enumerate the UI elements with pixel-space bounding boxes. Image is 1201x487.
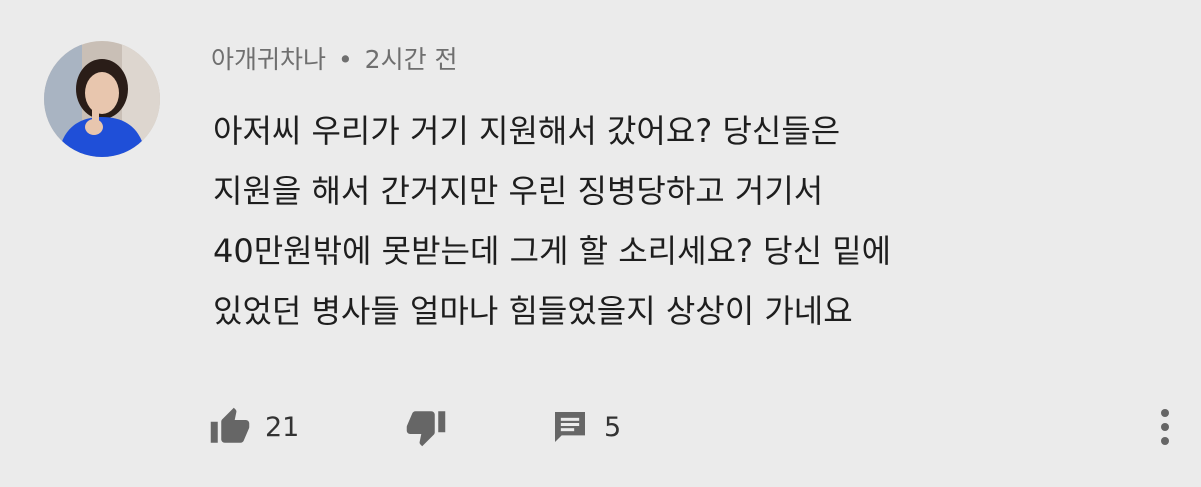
- comment-text-line: 지원을 해서 간거지만 우린 징병당하고 거기서: [213, 172, 824, 210]
- comment-text: 아저씨 우리가 거기 지원해서 갔어요? 당신들은 지원을 해서 간거지만 우린…: [213, 101, 1163, 341]
- comment-timestamp[interactable]: 2시간 전: [365, 45, 458, 74]
- comment-item: 아개귀차나 • 2시간 전 아저씨 우리가 거기 지원해서 갔어요? 당신들은 …: [0, 0, 1201, 487]
- thumbs-up-icon: [210, 407, 250, 443]
- dislike-button[interactable]: [405, 402, 447, 452]
- thumbs-down-icon: [406, 411, 446, 447]
- comment-icon: [555, 412, 585, 442]
- avatar[interactable]: [44, 41, 160, 157]
- comment-actions: 21 5: [209, 402, 1169, 452]
- like-count: 21: [265, 411, 300, 443]
- reply-button[interactable]: 5: [550, 402, 621, 452]
- more-options-button[interactable]: [1157, 402, 1173, 452]
- author-name[interactable]: 아개귀차나: [211, 45, 326, 74]
- comment-text-line: 있었던 병사들 얼마나 힘들었을지 상상이 가네요: [213, 292, 853, 330]
- reply-count: 5: [604, 411, 622, 443]
- comment-text-line: 아저씨 우리가 거기 지원해서 갔어요? 당신들은: [213, 112, 841, 150]
- like-button[interactable]: 21: [209, 402, 299, 452]
- avatar-image: [44, 41, 160, 157]
- comment-meta: 아개귀차나 • 2시간 전: [211, 44, 458, 76]
- meta-separator: •: [337, 45, 353, 74]
- more-vert-icon: [1161, 409, 1169, 445]
- comment-text-line: 40만원밖에 못받는데 그게 할 소리세요? 당신 밑에: [213, 232, 892, 270]
